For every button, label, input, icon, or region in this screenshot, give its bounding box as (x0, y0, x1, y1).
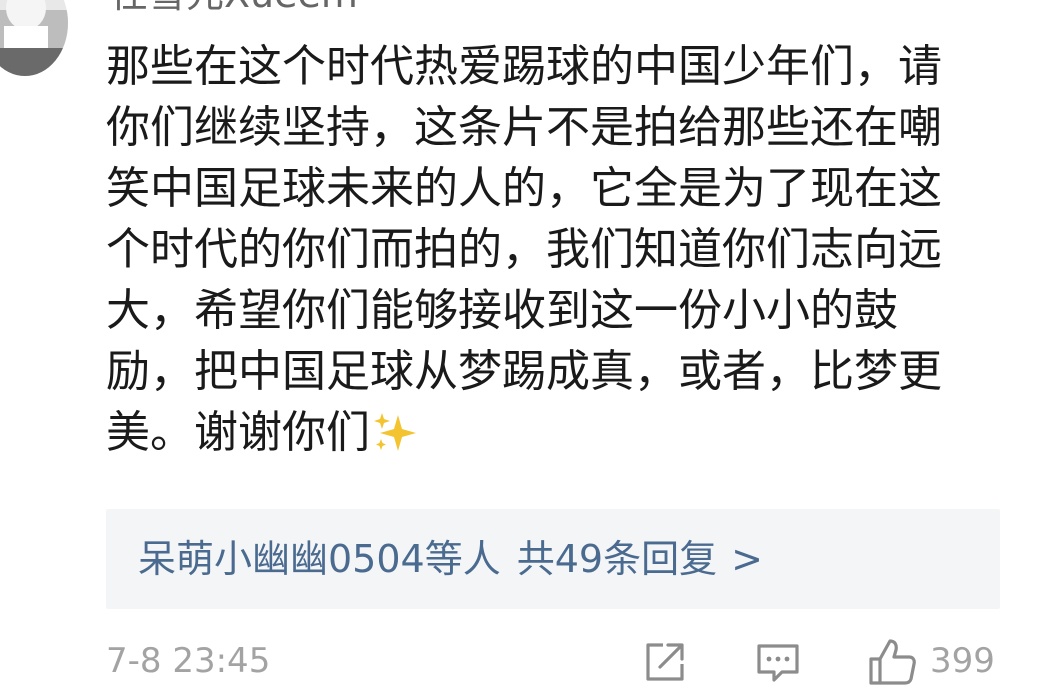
avatar[interactable] (0, 0, 68, 76)
comment-timestamp: 7-8 23:45 (106, 641, 271, 681)
comment-text-content: 那些在这个时代热爱踢球的中国少年们，请 你们继续坚持，这条片不是拍给那些还在嘲 … (106, 41, 942, 458)
reply-count: 共49条回复 (516, 537, 718, 581)
sparkles-icon (372, 409, 418, 455)
reply-authors: 呆萌小幽幽0504等人 (138, 537, 501, 581)
like-button[interactable] (866, 636, 918, 688)
replies-preview[interactable]: 呆萌小幽幽0504等人 共49条回复 > (106, 509, 1000, 609)
thumbs-up-icon (869, 639, 916, 685)
share-icon (646, 643, 684, 681)
comment-text: 那些在这个时代热爱踢球的中国少年们，请 你们继续坚持，这条片不是拍给那些还在嘲 … (106, 36, 986, 463)
avatar-photo (0, 0, 68, 76)
comment-author-name[interactable]: 任雪元Xueem (110, 0, 358, 14)
comment-icon (757, 644, 799, 682)
chevron-right-icon: > (731, 537, 763, 581)
share-button[interactable] (641, 638, 689, 686)
like-count: 399 (930, 641, 995, 681)
comment-button[interactable] (754, 638, 802, 686)
replies-link[interactable]: 呆萌小幽幽0504等人 共49条回复 > (138, 509, 763, 609)
